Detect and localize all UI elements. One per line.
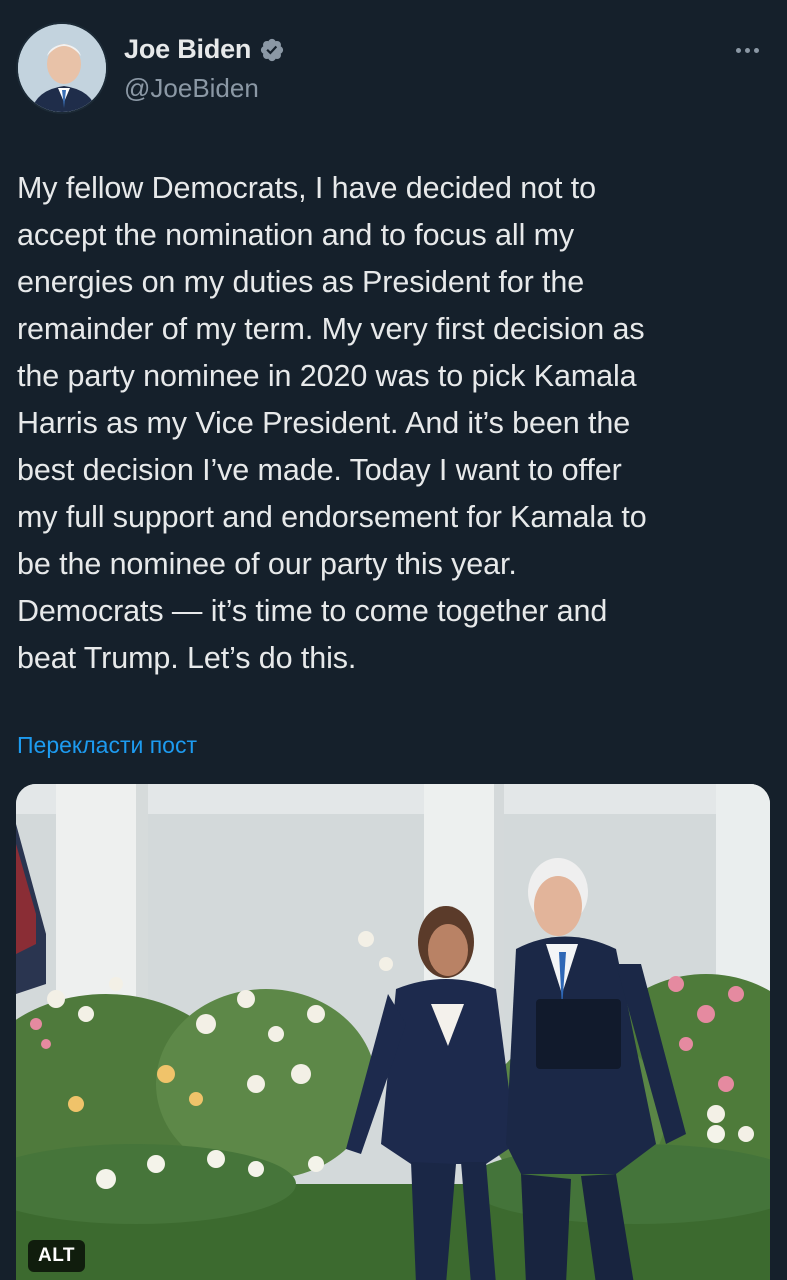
tweet-text: My fellow Democrats, I have decided not … bbox=[17, 171, 647, 675]
tweet-header: Joe Biden @JoeBiden bbox=[16, 22, 771, 118]
alt-text-button[interactable]: ALT bbox=[28, 1240, 86, 1272]
tweet-media-photo[interactable] bbox=[16, 784, 770, 1280]
author-info[interactable]: Joe Biden @JoeBiden bbox=[124, 34, 285, 104]
avatar-image bbox=[18, 24, 106, 112]
translate-post-link[interactable]: Перекласти пост bbox=[17, 732, 197, 759]
author-handle[interactable]: @JoeBiden bbox=[124, 73, 285, 104]
verified-badge-icon bbox=[261, 38, 284, 61]
tweet-detail-view: Joe Biden @JoeBiden My fellow Democrats,… bbox=[0, 0, 787, 1280]
more-options-icon[interactable] bbox=[727, 38, 767, 62]
photo-illustration bbox=[16, 784, 770, 1280]
avatar[interactable] bbox=[16, 22, 108, 114]
author-name[interactable]: Joe Biden bbox=[124, 34, 251, 65]
